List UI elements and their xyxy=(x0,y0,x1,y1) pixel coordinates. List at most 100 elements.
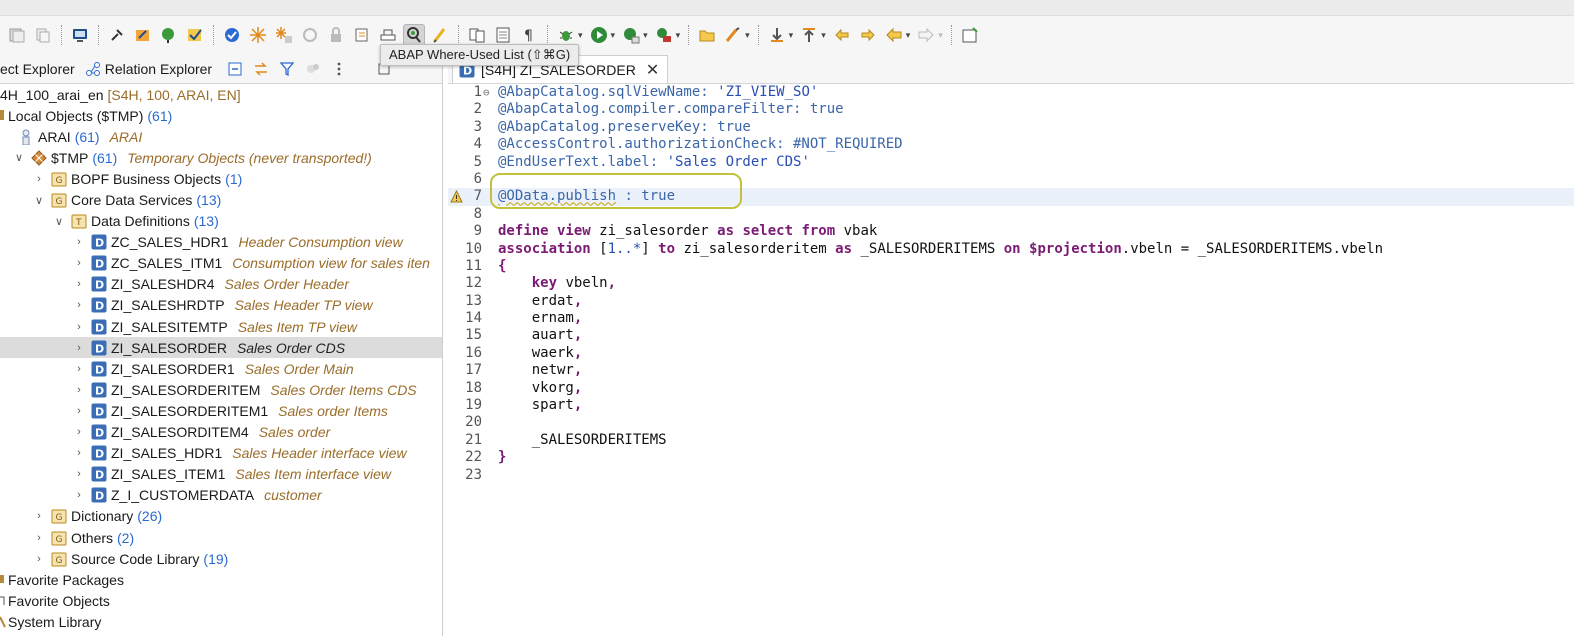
sparkle-list-icon[interactable] xyxy=(273,24,295,46)
chevron-right-icon[interactable]: › xyxy=(72,256,86,270)
code-line[interactable]: 12 key vbeln, xyxy=(448,275,1574,292)
code-area[interactable]: 1 ⊖ @AbapCatalog.sqlViewName: 'ZI_VIEW_SO'… xyxy=(448,84,1574,484)
collapse-all-icon[interactable] xyxy=(225,59,245,79)
code-line[interactable]: 18 vkorg, xyxy=(448,380,1574,397)
code-line[interactable]: 2 @AbapCatalog.compiler.compareFilter: tr… xyxy=(448,101,1574,118)
next-annotation-icon[interactable] xyxy=(766,24,788,46)
pilcrow-icon[interactable]: ¶ xyxy=(518,24,540,46)
chevron-right-icon[interactable]: › xyxy=(32,531,46,545)
code-line[interactable]: 22} xyxy=(448,449,1574,466)
document-icon[interactable] xyxy=(492,24,514,46)
code-line[interactable]: 10 association [1..*] to zi_salesorderite… xyxy=(448,241,1574,258)
open-object-icon[interactable] xyxy=(351,24,373,46)
chevron-right-icon[interactable]: › xyxy=(32,172,46,186)
chevron-right-icon[interactable]: › xyxy=(72,467,86,481)
code-line[interactable]: 7 @OData.publish : true xyxy=(448,188,1574,206)
tree-item-ddl[interactable]: › D Z_I_CUSTOMERDATA customer xyxy=(0,485,442,506)
tree-item-ddl[interactable]: › D ZI_SALES_HDR1 Sales Header interface… xyxy=(0,443,442,464)
sparkle-icon[interactable] xyxy=(247,24,269,46)
tree-item-dictionary[interactable]: › G Dictionary (26) xyxy=(0,506,442,527)
code-line[interactable]: 9 define view zi_salesorder as select fro… xyxy=(448,223,1574,240)
debug-icon[interactable] xyxy=(555,24,577,46)
tree-item-ddl[interactable]: › D ZI_SALESORDERITEM1 Sales order Items xyxy=(0,400,442,421)
tree-item-others[interactable]: › G Others (2) xyxy=(0,527,442,548)
tree-item-ddl[interactable]: › D ZC_SALES_ITM1 Consumption view for s… xyxy=(0,253,442,274)
sync-icon[interactable] xyxy=(303,59,323,79)
tree-item-ddl[interactable]: › D ZI_SALESHRDTP Sales Header TP view xyxy=(0,295,442,316)
copy-icon[interactable] xyxy=(32,24,54,46)
compare-icon[interactable] xyxy=(466,24,488,46)
chevron-right-icon[interactable]: › xyxy=(32,552,46,566)
tree-item-ddl-selected[interactable]: › D ZI_SALESORDER Sales Order CDS xyxy=(0,337,442,359)
tree-item-user[interactable]: ARAI (61) ARAI xyxy=(0,126,442,147)
chevron-right-icon[interactable]: › xyxy=(72,277,86,291)
code-line[interactable]: 16 waerk, xyxy=(448,345,1574,362)
tree-item-data-definitions[interactable]: ∨ T Data Definitions (13) xyxy=(0,211,442,232)
tree-item-ddl[interactable]: › D ZI_SALESORDITEM4 Sales order xyxy=(0,422,442,443)
chevron-right-icon[interactable]: › xyxy=(72,383,86,397)
chevron-down-icon[interactable]: ∨ xyxy=(52,214,66,228)
code-line[interactable]: 23 xyxy=(448,467,1574,484)
code-line[interactable]: 3 @AbapCatalog.preserveKey: true xyxy=(448,119,1574,136)
tab-relation-explorer[interactable]: Relation Explorer xyxy=(85,61,212,77)
tree-item-project[interactable]: 4H_100_arai_en [S4H, 100, ARAI, EN] xyxy=(0,84,442,105)
cycle-icon[interactable] xyxy=(299,24,321,46)
code-line[interactable]: 5 @EndUserText.label: 'Sales Order CDS' xyxy=(448,154,1574,171)
tree-item-ddl[interactable]: › D ZI_SALES_ITEM1 Sales Item interface … xyxy=(0,464,442,485)
close-icon[interactable]: ✕ xyxy=(646,60,659,80)
chevron-right-icon[interactable]: › xyxy=(72,446,86,460)
tree-item-local-objects[interactable]: Local Objects ($TMP) (61) xyxy=(0,105,442,126)
link-with-editor-icon[interactable] xyxy=(251,59,271,79)
run-config-icon[interactable] xyxy=(620,24,642,46)
code-line[interactable]: 6 xyxy=(448,171,1574,188)
chevron-right-icon[interactable]: › xyxy=(72,341,86,355)
tree-item-tmp[interactable]: ∨ $TMP (61) Temporary Objects (never tra… xyxy=(0,147,442,168)
tree-item-ddl[interactable]: › D ZI_SALESORDER1 Sales Order Main xyxy=(0,358,442,379)
code-line[interactable]: 21 _SALESORDERITEMS xyxy=(448,432,1574,449)
chevron-right-icon[interactable]: › xyxy=(72,404,86,418)
tree-item-ddl[interactable]: › D ZI_SALESHDR4 Sales Order Header xyxy=(0,274,442,295)
chevron-right-icon[interactable]: › xyxy=(72,488,86,502)
tree-item-favorite-objects[interactable]: Favorite Objects xyxy=(0,590,442,611)
tree-item-ddl[interactable]: › D ZI_SALESORDERITEM Sales Order Items … xyxy=(0,379,442,400)
pin-editor-icon[interactable] xyxy=(959,24,981,46)
transport-icon[interactable] xyxy=(377,24,399,46)
tree-item-favorite-packages[interactable]: Favorite Packages xyxy=(0,569,442,590)
prev-annotation-icon[interactable] xyxy=(798,24,820,46)
code-line[interactable]: 1 ⊖ @AbapCatalog.sqlViewName: 'ZI_VIEW_SO' xyxy=(448,84,1574,101)
activate-icon[interactable] xyxy=(158,24,180,46)
tree-item-bopf[interactable]: › G BOPF Business Objects (1) xyxy=(0,168,442,189)
chevron-right-icon[interactable]: › xyxy=(72,320,86,334)
run-icon[interactable] xyxy=(588,24,610,46)
code-line[interactable]: 14 ernam, xyxy=(448,310,1574,327)
tree-item-system-library[interactable]: System Library xyxy=(0,611,442,632)
tree-item-cds[interactable]: ∨ G Core Data Services (13) xyxy=(0,189,442,210)
forward-edit-icon[interactable] xyxy=(857,24,879,46)
chevron-right-icon[interactable]: › xyxy=(72,235,86,249)
brush-icon[interactable] xyxy=(722,24,744,46)
forward-icon[interactable] xyxy=(915,24,937,46)
code-line[interactable]: 13 erdat, xyxy=(448,293,1574,310)
pin-icon[interactable] xyxy=(106,24,128,46)
monitor-icon[interactable] xyxy=(69,24,91,46)
chevron-down-icon[interactable]: ∨ xyxy=(32,193,46,207)
activate-inactive-icon[interactable] xyxy=(184,24,206,46)
chevron-right-icon[interactable]: › xyxy=(72,425,86,439)
tree-item-ddl[interactable]: › D ZC_SALES_HDR1 Header Consumption vie… xyxy=(0,232,442,253)
code-line[interactable]: 17 netwr, xyxy=(448,362,1574,379)
tab-project-explorer[interactable]: ect Explorer xyxy=(0,61,75,77)
view-menu-icon[interactable] xyxy=(329,59,349,79)
chevron-right-icon[interactable]: › xyxy=(72,362,86,376)
filter-icon[interactable] xyxy=(277,59,297,79)
lock-icon[interactable] xyxy=(325,24,347,46)
tree-item-source-code-library[interactable]: › G Source Code Library (19) xyxy=(0,548,442,569)
back-edit-icon[interactable] xyxy=(831,24,853,46)
back-icon[interactable] xyxy=(883,24,905,46)
check-icon[interactable] xyxy=(221,24,243,46)
fold-icon[interactable]: ⊖ xyxy=(483,84,495,101)
chevron-down-icon[interactable]: ∨ xyxy=(12,151,26,165)
tree-item-ddl[interactable]: › D ZI_SALESITEMTP Sales Item TP view xyxy=(0,316,442,337)
code-line[interactable]: 4 @AccessControl.authorizationCheck: #NOT… xyxy=(448,136,1574,153)
code-line[interactable]: 15 auart, xyxy=(448,327,1574,344)
code-line[interactable]: 8 xyxy=(448,206,1574,223)
